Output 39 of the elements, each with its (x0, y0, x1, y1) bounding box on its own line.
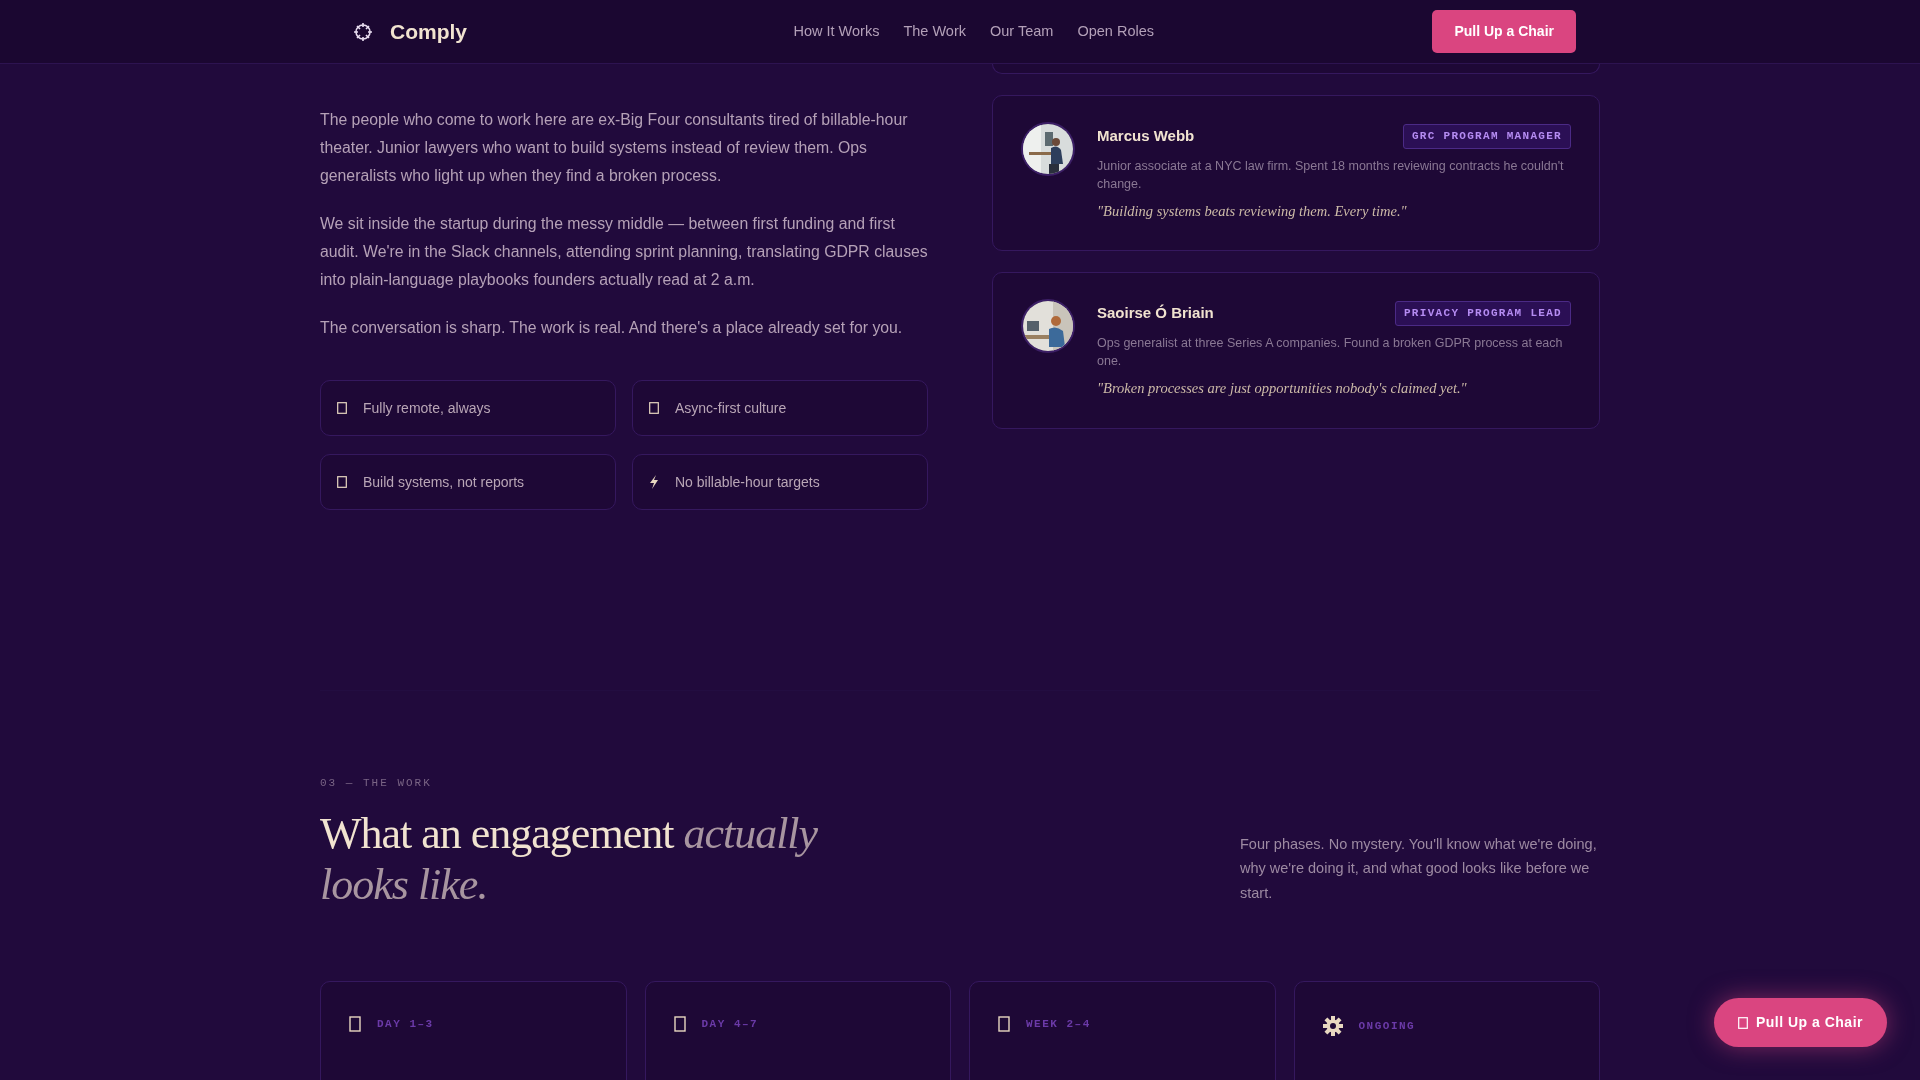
role-tag: GRC PROGRAM MANAGER (1402, 124, 1571, 149)
paragraph: The people who come to work here are ex-Big Four consultants tired of billable-hour theater. Junior lawyers who want to build systems instead of review them. Ops generalists who light up when they find a broken process. (320, 110, 909, 186)
nav-link[interactable]: The Work (903, 20, 966, 43)
nav-link[interactable]: Our Team (990, 20, 1054, 43)
perk-label: Async-first culture (675, 398, 787, 418)
rectangle-icon (337, 476, 347, 488)
section-label: 03 — THE WORK (320, 776, 433, 791)
bio-text: Ops generalist at three Series A companies. Found a broken GDPR process at each one. (1097, 334, 1564, 370)
nav-link[interactable]: Open Roles (1077, 20, 1154, 43)
perk-label: Fully remote, always (363, 398, 491, 418)
phase-label: WEEK 2–4 (1026, 1017, 1091, 1032)
rectangle-icon (998, 1016, 1010, 1033)
rectangle-icon (649, 402, 659, 414)
cta-button[interactable]: Pull Up a Chair (1713, 998, 1887, 1047)
paragraph: We sit inside the startup during the messy middle — between first funding and first audit. We're in the Slack channels, attending sprint planning, translating GDPR clauses into plain-language playbooks founders actually read at 2 a.m. (320, 214, 928, 290)
person-name: Saoirse Ó Briain (1097, 303, 1214, 324)
phase-label: DAY 4–7 (701, 1017, 759, 1032)
role-tag: PRIVACY PROGRAM LEAD (1394, 301, 1571, 326)
person-name: Marcus Webb (1097, 126, 1195, 146)
rectangle-icon (1737, 1016, 1748, 1029)
quote-text: "Broken processes are just opportunities nobody's claimed yet." (1097, 378, 1468, 398)
quote-text: "Building systems beats reviewing them. Every time." (1097, 201, 1408, 221)
bio-text: Junior associate at a NYC law firm. Spent 18 months reviewing contracts he couldn't change. (1097, 157, 1565, 193)
phase-label: ONGOING (1358, 1018, 1416, 1034)
nav-link[interactable]: How It Works (793, 20, 880, 43)
gear-icon (1322, 1016, 1343, 1036)
cta-button[interactable]: Pull Up a Chair (1432, 10, 1576, 53)
section-heading: What an engagement actually looks like. (320, 807, 819, 910)
perk-label: No billable-hour targets (675, 472, 820, 492)
brand-name[interactable]: Comply (390, 15, 467, 48)
logo-icon (352, 20, 374, 43)
phase-label: DAY 1–3 (377, 1017, 434, 1032)
rectangle-icon (337, 402, 347, 414)
rectangle-icon (349, 1016, 361, 1033)
lightning-icon (649, 475, 659, 489)
paragraph: The conversation is sharp. The work is real. And there's a place already set for you. (320, 318, 904, 338)
rectangle-icon (673, 1016, 686, 1033)
perk-label: Build systems, not reports (363, 472, 525, 492)
section-lede: Four phases. No mystery. You'll know what we're doing, why we're doing it, and what good looks like before we start. (1240, 834, 1598, 903)
